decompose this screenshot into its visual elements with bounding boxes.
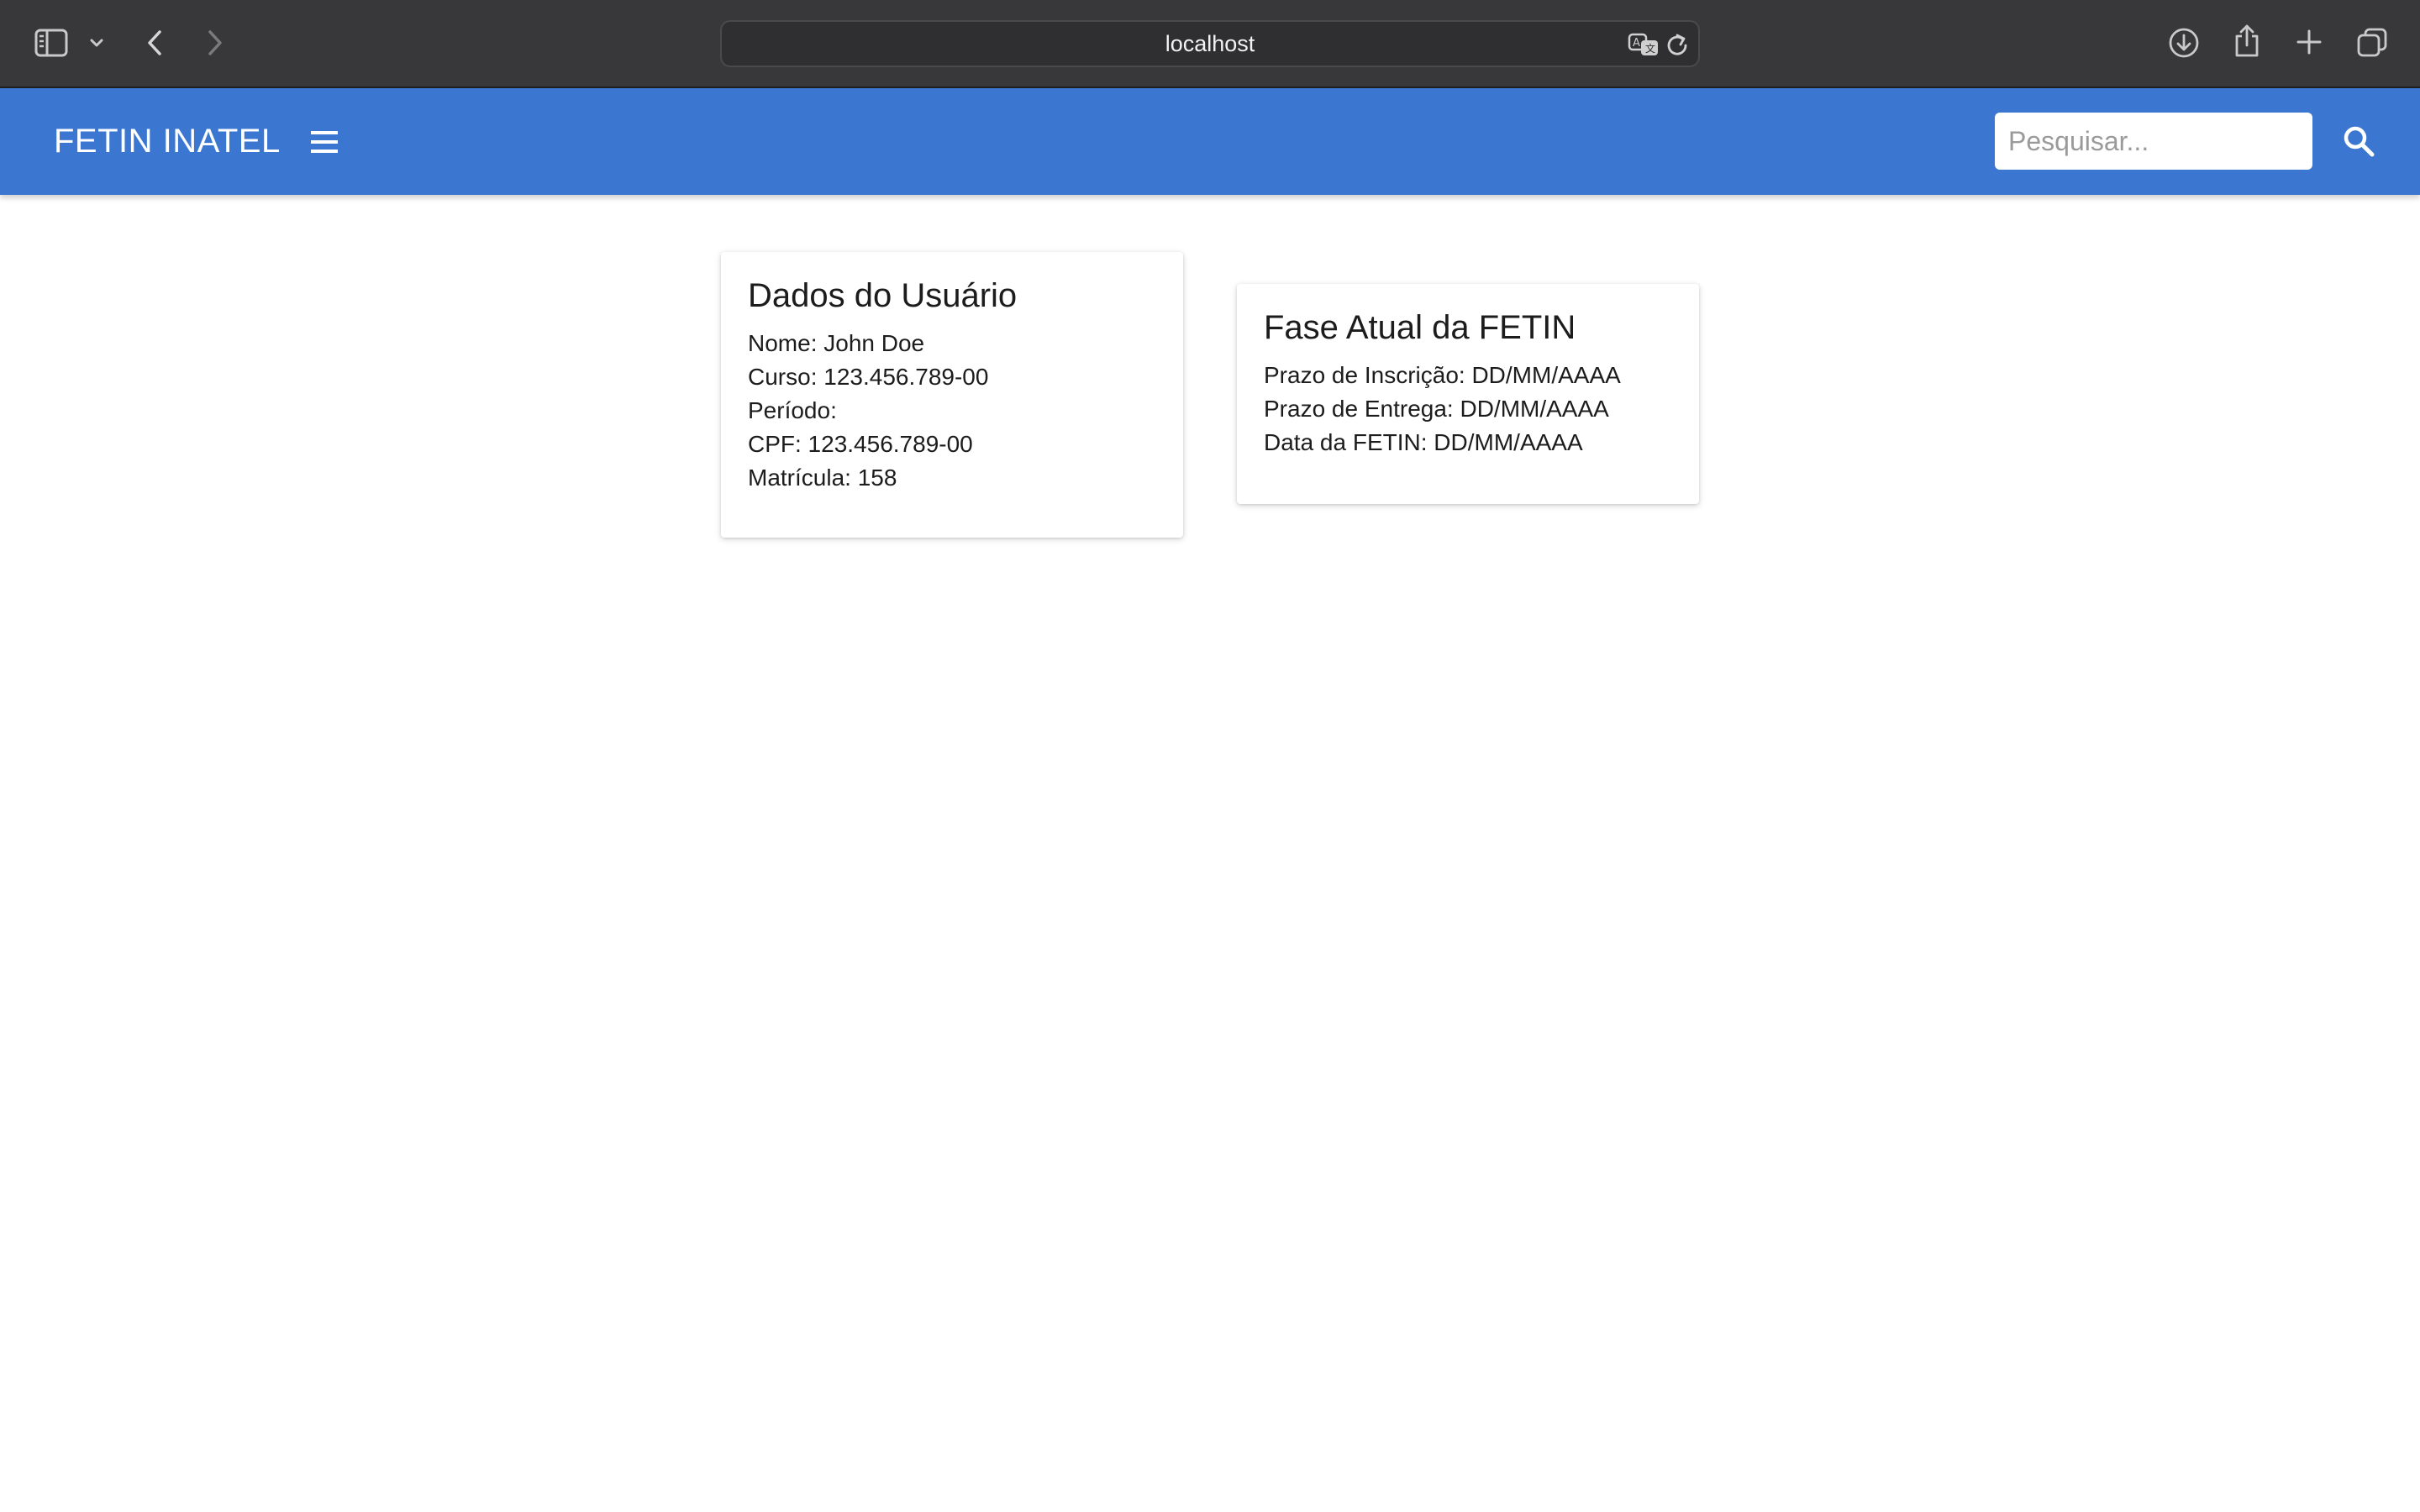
chevron-down-icon xyxy=(89,38,104,48)
tab-group-dropdown-button[interactable] xyxy=(86,32,108,54)
fetin-date: Data da FETIN: DD/MM/AAAA xyxy=(1264,429,1583,455)
user-data-card: Dados do Usuário Nome: John Doe Curso: 1… xyxy=(721,252,1183,538)
address-bar[interactable]: localhost A 文 xyxy=(720,20,1700,67)
tabs-icon xyxy=(2356,27,2388,59)
registration-deadline: Prazo de Inscrição: DD/MM/AAAA xyxy=(1264,362,1621,388)
svg-text:文: 文 xyxy=(1645,42,1655,55)
plus-icon xyxy=(2296,29,2323,55)
sidebar-toggle-button[interactable] xyxy=(32,24,71,62)
translate-icon[interactable]: A 文 xyxy=(1628,32,1661,61)
forward-arrow-icon xyxy=(206,29,224,57)
back-arrow-icon xyxy=(145,29,164,57)
user-name: Nome: John Doe xyxy=(748,330,925,356)
back-button[interactable] xyxy=(138,24,171,62)
browser-toolbar: localhost A 文 xyxy=(0,0,2420,88)
url-text: localhost xyxy=(1165,30,1255,56)
sidebar-icon xyxy=(34,29,68,57)
downloads-button[interactable] xyxy=(2166,25,2202,60)
user-course: Curso: 123.456.789-00 xyxy=(748,364,989,390)
user-card-title: Dados do Usuário xyxy=(748,277,1018,314)
svg-text:A: A xyxy=(1633,37,1640,50)
forward-button[interactable] xyxy=(198,24,232,62)
phase-card-title: Fase Atual da FETIN xyxy=(1264,309,1576,346)
share-icon xyxy=(2233,24,2261,59)
delivery-deadline: Prazo de Entrega: DD/MM/AAAA xyxy=(1264,396,1609,422)
user-cpf: CPF: 123.456.789-00 xyxy=(748,431,973,457)
new-tab-button[interactable] xyxy=(2292,25,2326,59)
tab-overview-button[interactable] xyxy=(2354,25,2390,60)
search-input[interactable] xyxy=(1995,113,2312,170)
download-icon xyxy=(2168,27,2200,59)
share-button[interactable] xyxy=(2230,22,2264,60)
app-title[interactable]: FETIN INATEL xyxy=(54,88,281,195)
menu-button[interactable] xyxy=(308,125,341,159)
user-period: Período: xyxy=(748,397,837,423)
search-icon xyxy=(2339,126,2380,165)
hamburger-menu-icon xyxy=(308,131,341,162)
current-phase-card: Fase Atual da FETIN Prazo de Inscrição: … xyxy=(1237,284,1699,504)
user-registration: Matrícula: 158 xyxy=(748,465,897,491)
reload-icon[interactable] xyxy=(1665,32,1690,61)
search-button[interactable] xyxy=(2339,122,2380,162)
app-header: FETIN INATEL xyxy=(0,88,2420,195)
